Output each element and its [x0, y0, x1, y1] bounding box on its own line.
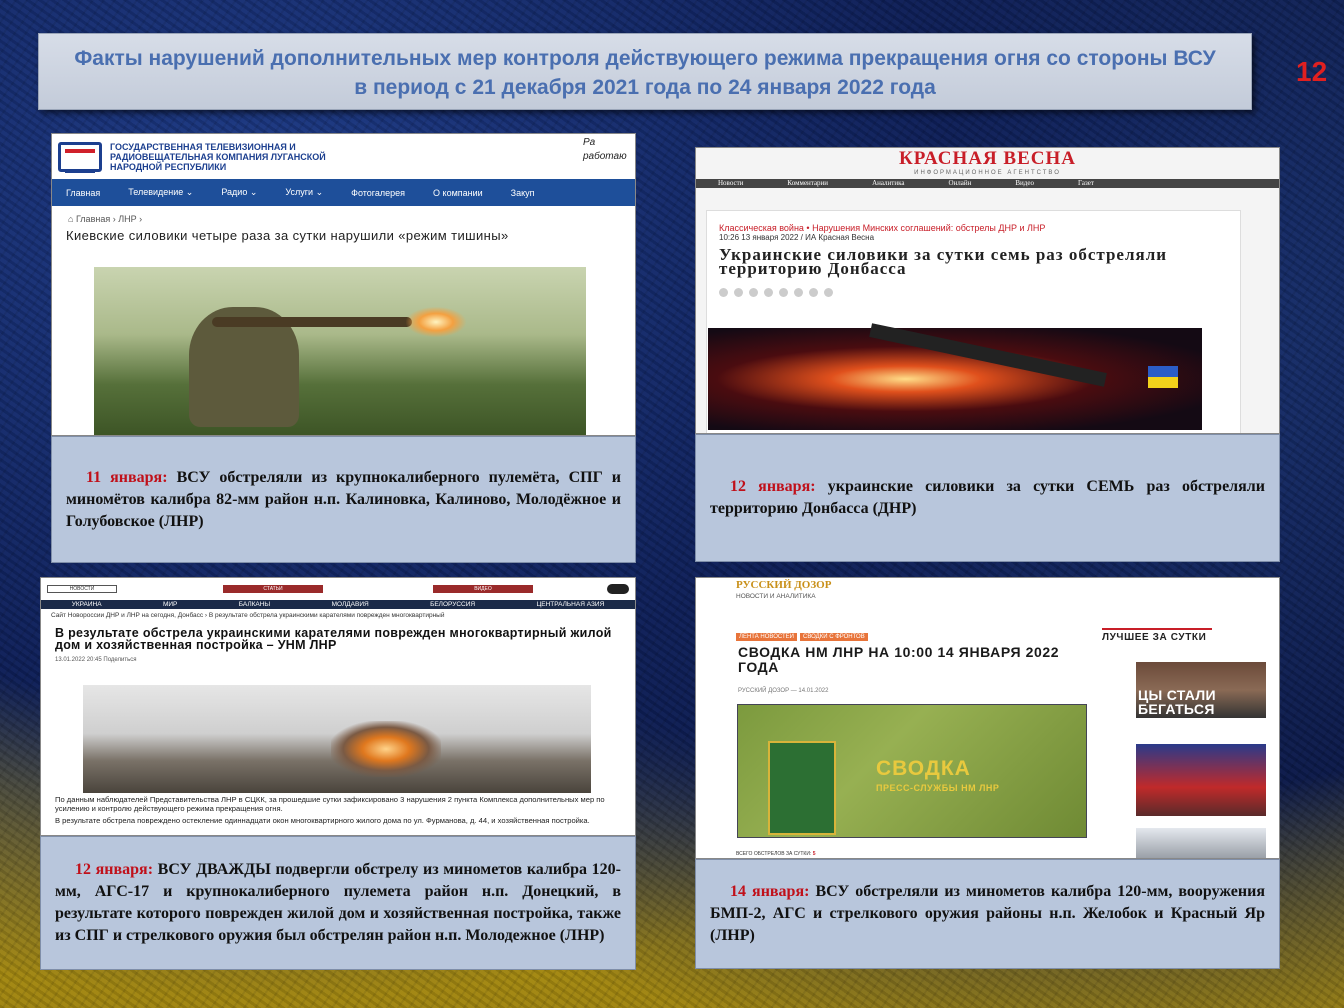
caption-jan-12-dnr: 12 января: украинские силовики за сутки … — [695, 434, 1280, 562]
nav-item-newspaper[interactable]: Газет — [1056, 179, 1116, 188]
caption-date: 11 января: — [86, 468, 168, 486]
breadcrumb-text[interactable]: Главная › ЛНР › — [76, 214, 142, 224]
nav-item-analytics[interactable]: Аналитика — [850, 179, 926, 188]
nav-item-home[interactable]: Главная — [52, 188, 114, 198]
share-icon[interactable] — [809, 288, 818, 297]
article-headline: СВОДКА НМ ЛНР НА 10:00 14 ЯНВАРЯ 2022 ГО… — [738, 644, 1060, 675]
site-logo-text: РУССКИЙ ДОЗОР — [736, 579, 832, 591]
nav-item-gallery[interactable]: Фотогалерея — [337, 188, 419, 198]
screenshot-russkiy-dozor: РУССКИЙ ДОЗОР НОВОСТИ И АНАЛИТИКА ЛЕНТА … — [695, 577, 1280, 859]
shelling-total-value: 5 — [812, 851, 816, 857]
article-photo — [83, 685, 591, 793]
site-nav: УКРАИНА МИР БАЛКАНЫ МОЛДАВИЯ БЕЛОРУССИЯ … — [41, 600, 635, 609]
article-photo: СВОДКА ПРЕСС-СЛУЖБЫ НМ ЛНР — [737, 704, 1087, 838]
tag-news-feed[interactable]: ЛЕНТА НОВОСТЕЙ — [736, 633, 797, 641]
screenshot-lnr-tv: ГОСУДАРСТВЕННАЯ ТЕЛЕВИЗИОННАЯ И РАДИОВЕЩ… — [51, 133, 636, 436]
site-logo: РУССКИЙ ДОЗОР НОВОСТИ И АНАЛИТИКА — [736, 580, 831, 602]
nav-item-services[interactable]: Услуги ⌄ — [271, 187, 337, 198]
site-top-bar: НОВОСТИ СТАТЬИ ВИДЕО — [41, 578, 635, 600]
org-name: ГОСУДАРСТВЕННАЯ ТЕЛЕВИЗИОННАЯ И РАДИОВЕЩ… — [110, 141, 326, 172]
caption-date: 14 января: — [730, 883, 810, 900]
caption-jan-12-lnr: 12 января: ВСУ ДВАЖДЫ подвергли обстрелу… — [40, 836, 636, 970]
nav-item-belarus[interactable]: БЕЛОРУССИЯ — [430, 600, 475, 609]
page-number: 12 — [1296, 56, 1328, 87]
sidebar-image-text: ЦЫ СТАЛИ БЕГАТЬСЯ — [1138, 687, 1216, 717]
articles-tab[interactable]: СТАТЬИ — [223, 585, 323, 593]
article-headline: В результате обстрела украинскими карате… — [55, 626, 612, 652]
tv-logo-icon — [58, 141, 102, 173]
muzzle-flash — [406, 307, 466, 337]
launcher-shape — [212, 317, 412, 327]
nav-item-moldova[interactable]: МОЛДАВИЯ — [332, 600, 369, 609]
article-headline: Киевские силовики четыре раза за сутки н… — [66, 228, 509, 243]
screenshot-novorossia: НОВОСТИ СТАТЬИ ВИДЕО УКРАИНА МИР БАЛКАНЫ… — [40, 577, 636, 836]
article-tags: ЛЕНТА НОВОСТЕЙ СВОДКИ С ФРОНТОВ — [736, 633, 868, 641]
sidebar-image-3[interactable] — [1136, 828, 1266, 858]
article-meta: 10:26 13 января 2022 / ИА Красная Весна — [719, 233, 875, 242]
image-subtitle: ПРЕСС-СЛУЖБЫ НМ ЛНР — [876, 783, 1000, 793]
sidebar-images: ЦЫ СТАЛИ БЕГАТЬСЯ — [1102, 628, 1279, 858]
nav-item-procurement[interactable]: Закуп — [497, 188, 549, 198]
weapon-shape — [869, 323, 1107, 387]
site-logo-sub: НОВОСТИ И АНАЛИТИКА — [736, 593, 816, 600]
caption-jan-14: 14 января: ВСУ обстреляли из минометов к… — [695, 859, 1280, 969]
site-brand-sub: ИНФОРМАЦИОННОЕ АГЕНТСТВО — [914, 170, 1061, 176]
article-paragraph-1: По данным наблюдателей Представительства… — [55, 795, 605, 813]
home-icon: ⌂ — [68, 214, 76, 224]
share-icon[interactable] — [779, 288, 788, 297]
nav-item-about[interactable]: О компании — [419, 188, 497, 198]
site-nav: Новости Комментарии Аналитика Онлайн Вид… — [696, 179, 1279, 188]
sidebar-image-1[interactable]: ЦЫ СТАЛИ БЕГАТЬСЯ — [1136, 662, 1266, 718]
article-headline: Украинские силовики за сутки семь раз об… — [719, 245, 1168, 278]
explosion-shape — [331, 721, 441, 777]
site-nav: Главная Телевидение ⌄ Радио ⌄ Услуги ⌄ Ф… — [52, 179, 635, 206]
header-corner-text: Ра работаю — [583, 137, 627, 162]
share-icon[interactable] — [734, 288, 743, 297]
slide-title: Факты нарушений дополнительных мер контр… — [38, 33, 1252, 110]
article-photo — [94, 267, 586, 435]
site-brand: КРАСНАЯ ВЕСНА — [899, 148, 1076, 169]
nav-item-video[interactable]: Видео — [993, 179, 1056, 188]
flag-patch-icon — [1148, 366, 1178, 388]
slide-title-line-1: Факты нарушений дополнительных мер контр… — [74, 47, 1216, 70]
toggle-icon[interactable] — [607, 584, 629, 594]
share-icon[interactable] — [749, 288, 758, 297]
nav-item-radio[interactable]: Радио ⌄ — [207, 187, 271, 198]
caption-date: 12 января: — [75, 861, 154, 878]
article-tag[interactable]: Классическая война • Нарушения Минских с… — [719, 211, 1228, 233]
shelling-total: ВСЕГО ОБСТРЕЛОВ ЗА СУТКИ: 5 — [736, 851, 815, 857]
tag-front-reports[interactable]: СВОДКИ С ФРОНТОВ — [800, 633, 868, 641]
caption-date: 12 января: — [730, 478, 816, 495]
share-icon[interactable] — [794, 288, 803, 297]
screenshot-krasnaya-vesna: КРАСНАЯ ВЕСНА ИНФОРМАЦИОННОЕ АГЕНТСТВО Н… — [695, 147, 1280, 434]
nav-item-tv[interactable]: Телевидение ⌄ — [114, 187, 207, 198]
caption-jan-11: 11 января: ВСУ обстреляли из крупнокалиб… — [51, 436, 636, 563]
article-body: По данным наблюдателей Представительства… — [55, 795, 625, 825]
article-paragraph-2: В результате обстрела повреждено остекле… — [55, 816, 590, 825]
sidebar-image-2[interactable] — [1136, 744, 1266, 816]
share-icon[interactable] — [764, 288, 773, 297]
nav-item-news[interactable]: Новости — [696, 179, 765, 188]
nav-item-ukraine[interactable]: УКРАИНА — [72, 600, 102, 609]
breadcrumb: ⌂ Главная › ЛНР › — [52, 206, 635, 224]
article-photo — [708, 323, 1202, 430]
slide-title-line-2: в период с 21 декабря 2021 года по 24 ян… — [354, 76, 936, 99]
article-meta: РУССКИЙ ДОЗОР — 14.01.2022 — [738, 688, 829, 694]
nav-item-central-asia[interactable]: ЦЕНТРАЛЬНАЯ АЗИЯ — [536, 600, 604, 609]
site-header: ГОСУДАРСТВЕННАЯ ТЕЛЕВИЗИОННАЯ И РАДИОВЕЩ… — [52, 134, 635, 179]
nav-item-world[interactable]: МИР — [163, 600, 177, 609]
nav-item-balkans[interactable]: БАЛКАНЫ — [239, 600, 270, 609]
video-tab[interactable]: ВИДЕО — [433, 585, 533, 593]
news-tab[interactable]: НОВОСТИ — [47, 585, 117, 593]
nav-item-comments[interactable]: Комментарии — [765, 179, 850, 188]
article-meta: 13.01.2022 20:45 Поделиться — [55, 657, 137, 663]
image-title: СВОДКА — [876, 757, 971, 780]
share-icon[interactable] — [719, 288, 728, 297]
share-icons — [719, 288, 1228, 297]
shelling-total-label: ВСЕГО ОБСТРЕЛОВ ЗА СУТКИ: — [736, 851, 812, 857]
share-icon[interactable] — [824, 288, 833, 297]
breadcrumb[interactable]: Сайт Новороссии ДНР и ЛНР на сегодня, До… — [41, 609, 635, 622]
emblem-icon — [768, 741, 836, 835]
nav-item-online[interactable]: Онлайн — [926, 179, 993, 188]
